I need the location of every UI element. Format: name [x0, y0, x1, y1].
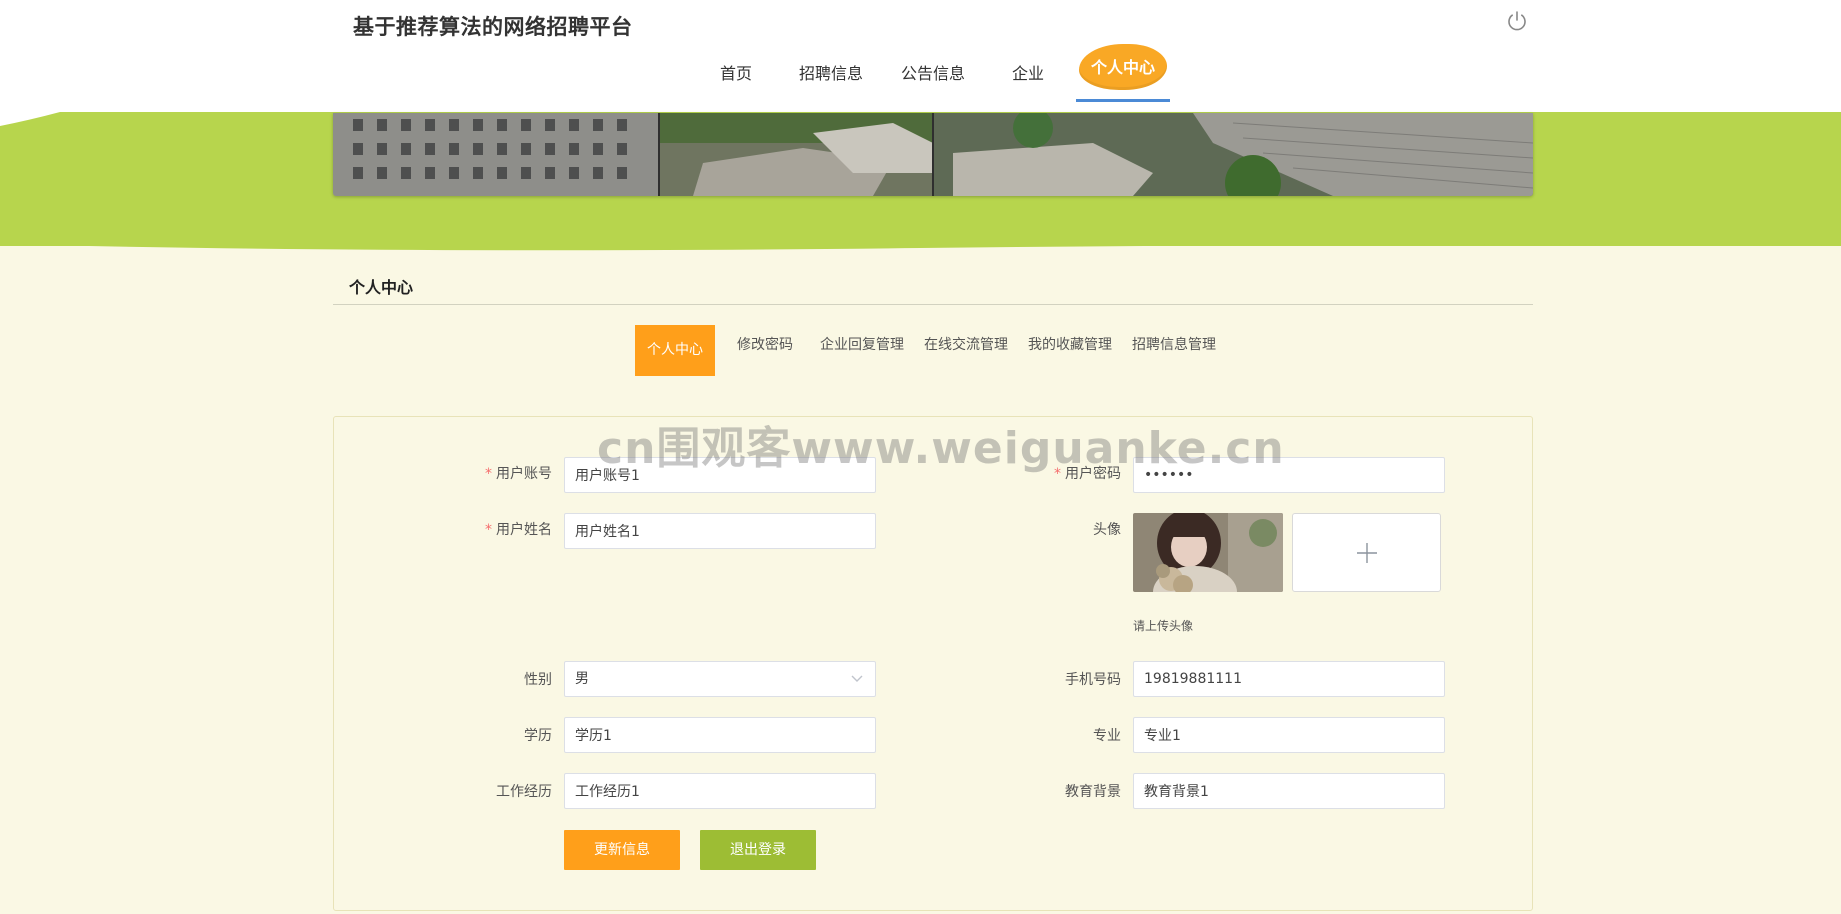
avatar-label: 头像: [1093, 522, 1121, 538]
main-nav: 首页 招聘信息 公告信息 企业: [0, 52, 1841, 104]
nav-jobs[interactable]: 招聘信息: [799, 60, 863, 84]
nav-companies[interactable]: 企业: [1012, 60, 1044, 84]
nav-home[interactable]: 首页: [720, 60, 752, 84]
name-input[interactable]: [564, 513, 876, 549]
education-input[interactable]: [564, 717, 876, 753]
education-background-label: 教育背景: [1065, 784, 1121, 800]
banner-photo: [333, 113, 1533, 196]
nav-personal-center[interactable]: 个人中心: [1079, 44, 1167, 90]
name-label: * 用户姓名: [485, 522, 552, 538]
section-divider: [333, 304, 1533, 305]
gender-label: 性别: [524, 672, 552, 688]
chevron-down-icon: [851, 675, 863, 682]
subtab-online-chat[interactable]: 在线交流管理: [924, 334, 1008, 354]
major-label: 专业: [1093, 728, 1121, 744]
avatar-upload-hint: 请上传头像: [1133, 619, 1194, 633]
major-input[interactable]: [1133, 717, 1445, 753]
work-experience-label: 工作经历: [496, 784, 552, 800]
nav-active-underline: [1076, 99, 1170, 102]
logout-button[interactable]: 退出登录: [700, 830, 816, 870]
subtab-personal-center[interactable]: 个人中心: [635, 325, 715, 376]
work-experience-input[interactable]: [564, 773, 876, 809]
subtab-job-management[interactable]: 招聘信息管理: [1132, 334, 1216, 354]
update-info-button[interactable]: 更新信息: [564, 830, 680, 870]
subtab-change-password[interactable]: 修改密码: [737, 334, 793, 354]
password-label: * 用户密码: [1054, 466, 1121, 482]
subtab-my-favorites[interactable]: 我的收藏管理: [1028, 334, 1112, 354]
plus-icon: [1357, 543, 1377, 563]
password-input[interactable]: [1133, 457, 1445, 493]
account-label: * 用户账号: [485, 466, 552, 482]
subtab-company-replies[interactable]: 企业回复管理: [820, 334, 904, 354]
education-label: 学历: [524, 728, 552, 744]
nav-personal-center-label: 个人中心: [1090, 58, 1155, 77]
account-input[interactable]: [564, 457, 876, 493]
section-title: 个人中心: [349, 278, 414, 297]
avatar-image: [1133, 513, 1283, 592]
site-title: 基于推荐算法的网络招聘平台: [353, 15, 633, 39]
avatar-photo: [1133, 513, 1283, 592]
green-band-curve: [0, 240, 1841, 251]
gender-select[interactable]: 男: [564, 661, 876, 697]
education-background-input[interactable]: [1133, 773, 1445, 809]
nav-notices[interactable]: 公告信息: [901, 60, 965, 84]
banner-image: [333, 113, 1533, 196]
gender-select-value: 男: [575, 671, 589, 687]
power-icon[interactable]: [1505, 9, 1529, 33]
avatar-upload-button[interactable]: [1292, 513, 1441, 592]
phone-input[interactable]: [1133, 661, 1445, 697]
top-header: 基于推荐算法的网络招聘平台 首页 招聘信息 公告信息 企业 个人中心: [0, 0, 1841, 113]
phone-label: 手机号码: [1065, 672, 1121, 688]
